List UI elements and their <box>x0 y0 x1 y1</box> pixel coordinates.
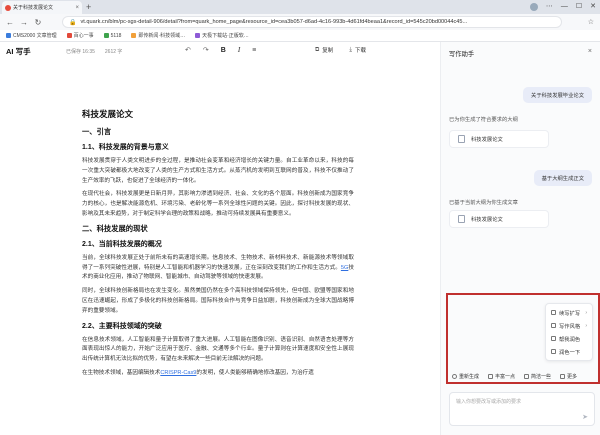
new-tab-button[interactable]: + <box>86 2 91 12</box>
bold-button[interactable]: B <box>221 47 226 54</box>
extensions-icon[interactable]: ☆ <box>588 18 594 26</box>
menu-item-expand[interactable]: 续写扩写 › <box>546 306 592 319</box>
bookmark-item[interactable]: 天极下载站·正版软… <box>195 32 249 39</box>
assistant-message: 已为你生成了符合要求的大纲 <box>449 117 518 123</box>
outline-card[interactable]: 科技发展论文 <box>449 130 549 148</box>
redo-icon[interactable]: ↷ <box>203 46 209 54</box>
doc-subheading: 1.1、科技发展的背景与意义 <box>82 144 169 151</box>
polish-icon <box>551 336 556 341</box>
menu-item-style[interactable]: 写作风格 › <box>546 319 592 332</box>
panel-title: 写作助手 <box>449 51 475 58</box>
doc-paragraph: 在现代社会，科技发展更是日新月异，其影响力渗透到经济、社会、文化的各个层面。科技… <box>82 191 354 217</box>
doc-heading: 一、引言 <box>82 127 112 136</box>
bookmark-item[interactable]: 5118 <box>103 33 121 39</box>
expand-icon <box>551 310 556 315</box>
document-icon <box>458 215 465 223</box>
bookmarks-bar: CMS2000 文章管理 百心一事 5118 即传新闻·科技领域… 天极下载站·… <box>0 30 600 42</box>
doc-paragraph: 同时，全球科技创新格局也在发生变化。虽然美国仍然在多个高科技领域保持领先，但中国… <box>82 288 354 314</box>
document-icon <box>458 135 465 143</box>
doc-paragraph: 在信息技术领域，人工智能和量子计算取得了重大进展。人工智能在图像识别、语音识别、… <box>82 336 354 363</box>
more-button[interactable]: 更多 <box>560 373 577 380</box>
reload-icon[interactable]: ↻ <box>34 18 42 27</box>
bookmark-icon <box>66 33 72 38</box>
enrich-icon <box>488 374 494 379</box>
minimize-icon[interactable]: — <box>561 2 568 11</box>
doc-title: 科技发展论文 <box>82 109 134 119</box>
app-logo: AI 写手 <box>6 46 31 56</box>
touchup-icon <box>551 349 556 354</box>
bookmark-item[interactable]: 百心一事 <box>66 32 94 39</box>
regenerate-icon <box>452 374 457 379</box>
url-text: vt.quark.cn/blm/pc-sgs-detail-906/detail… <box>80 19 468 25</box>
bookmark-icon <box>103 33 109 38</box>
back-icon[interactable]: ← <box>6 18 14 27</box>
prompt-placeholder: 输入你想要改写或添加的要求 <box>456 399 522 405</box>
download-icon: ⤓ <box>349 46 352 53</box>
user-message: 关于科技发展毕业论文 <box>523 87 592 103</box>
italic-button[interactable]: I <box>238 46 240 54</box>
url-field[interactable]: 🔒 vt.quark.cn/blm/pc-sgs-detail-906/deta… <box>62 16 562 28</box>
doc-subheading: 2.2、主要科技领域的突破 <box>82 322 162 330</box>
profile-avatar[interactable] <box>529 2 538 11</box>
browser-tab-bar: 关于科技发展论文 × + ⋯ — ☐ ✕ <box>0 0 600 14</box>
window-close-icon[interactable]: ✕ <box>590 2 596 11</box>
doc-subheading: 2.1、当前科技发展的概况 <box>82 240 162 248</box>
bookmark-item[interactable]: 即传新闻·科技领域… <box>131 32 185 39</box>
doc-link[interactable]: CRISPR-Cas9 <box>160 370 196 376</box>
forward-icon[interactable]: → <box>20 18 28 27</box>
copy-button[interactable]: ⧉ 复制 <box>315 46 333 55</box>
menu-item-polish[interactable]: 帮我润色 <box>546 332 592 345</box>
article-card[interactable]: 科技发展论文 <box>449 210 549 228</box>
panel-close-icon[interactable]: × <box>588 48 592 55</box>
prompt-input[interactable]: 输入你想要改写或添加的要求 ➤ <box>449 392 595 426</box>
editor-toolbar: AI 写手 已保存 16:35 2612 字 ↶ ↷ B I ≡ ⧉ 复制 ⤓ 下载 <box>0 42 440 60</box>
document-body[interactable]: 科技发展论文 一、引言 1.1、科技发展的背景与意义 科技发展贯穿于人类文明进步… <box>82 108 354 383</box>
maximize-icon[interactable]: ☐ <box>576 2 582 11</box>
save-status: 已保存 16:35 <box>66 48 95 55</box>
undo-icon[interactable]: ↶ <box>185 46 191 54</box>
more-options-menu: 续写扩写 › 写作风格 › 帮我润色 润色一下 <box>545 303 593 361</box>
download-button[interactable]: ⤓ 下载 <box>349 46 366 55</box>
doc-paragraph: 当前，全球科技发展正处于前所未有的高速增长期。信息技术、生物技术、新材料技术、新… <box>82 254 354 281</box>
simplify-button[interactable]: 简洁一些 <box>524 373 551 380</box>
bookmark-icon <box>195 33 201 38</box>
style-icon <box>551 323 556 328</box>
bookmark-icon <box>6 33 11 38</box>
bookmark-item[interactable]: CMS2000 文章管理 <box>6 32 57 39</box>
assistant-message: 已基于当前大纲为你生成文章 <box>449 200 518 206</box>
chevron-right-icon: › <box>585 309 587 316</box>
lock-icon: 🔒 <box>69 19 77 26</box>
enrich-button[interactable]: 丰富一点 <box>488 373 515 380</box>
tab-close-icon[interactable]: × <box>75 5 79 11</box>
menu-item-touchup[interactable]: 润色一下 <box>546 345 592 358</box>
address-bar-row: ← → ↻ 🔒 vt.quark.cn/blm/pc-sgs-detail-90… <box>0 14 600 30</box>
browser-tab[interactable]: 关于科技发展论文 × <box>2 1 82 14</box>
site-favicon-icon <box>5 4 11 11</box>
list-icon[interactable]: ≡ <box>252 47 256 54</box>
more-icon <box>560 374 566 379</box>
send-icon[interactable]: ➤ <box>582 413 588 421</box>
bookmark-icon <box>131 33 137 38</box>
window-controls: ⋯ — ☐ ✕ <box>529 2 596 11</box>
copy-icon: ⧉ <box>315 46 320 53</box>
doc-paragraph: 科技发展贯穿于人类文明进步的全过程，是推动社会变革和经济增长的关键力量。自工业革… <box>82 158 354 184</box>
doc-heading: 二、科技发展的现状 <box>82 223 148 233</box>
response-actions: 重新生成 丰富一点 简洁一些 更多 <box>452 373 577 380</box>
regenerate-button[interactable]: 重新生成 <box>452 373 479 380</box>
chevron-right-icon: › <box>585 322 587 329</box>
tab-title: 关于科技发展论文 <box>13 5 54 11</box>
user-message: 基于大纲生成正文 <box>533 170 592 186</box>
browser-menu-icon[interactable]: ⋯ <box>546 2 553 11</box>
simplify-icon <box>524 374 530 379</box>
word-count: 2612 字 <box>104 48 123 55</box>
doc-paragraph: 在生物技术领域，基因编辑技术CRISPR-Cas9的发明，使人类能够精确地修改基… <box>82 369 314 376</box>
